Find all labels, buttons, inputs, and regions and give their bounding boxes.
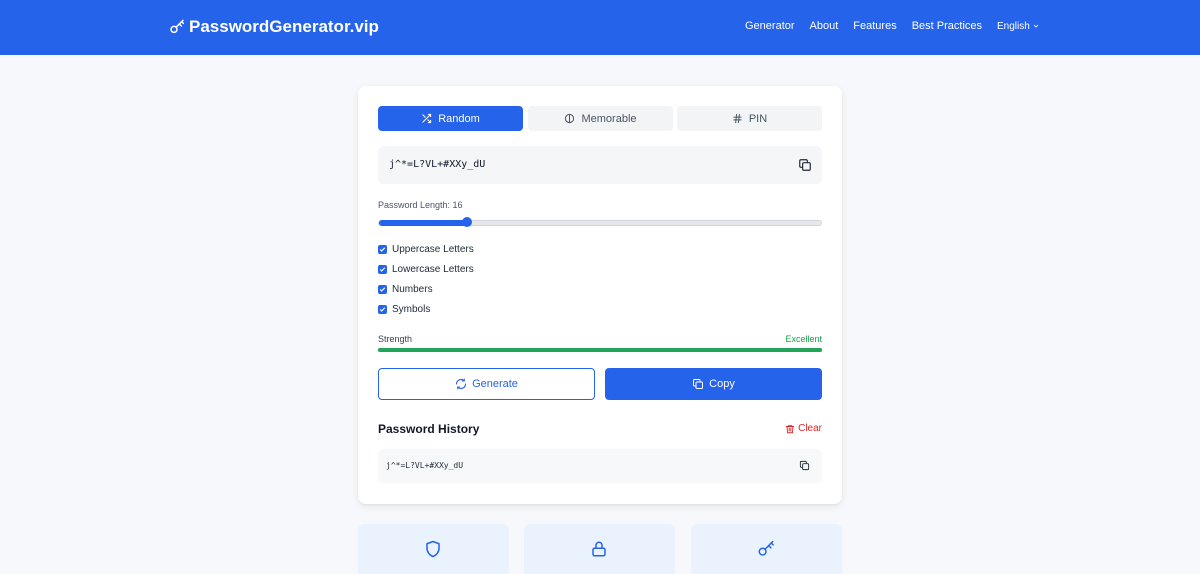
password-text[interactable]: j^*=L?VL+#XXy_dU bbox=[389, 159, 485, 170]
generate-button[interactable]: Generate bbox=[378, 368, 595, 400]
copy-icon[interactable] bbox=[799, 460, 810, 471]
clear-history-button[interactable]: Clear bbox=[785, 423, 822, 434]
password-display[interactable]: j^*=L?VL+#XXy_dU bbox=[378, 146, 822, 184]
shuffle-icon bbox=[422, 113, 432, 124]
option-numbers[interactable]: Numbers bbox=[378, 284, 433, 295]
password-length-label: Password Length: 16 bbox=[378, 200, 463, 210]
generator-card: Random Memorable PIN j^*=L?VL+#XXy_dU Pa… bbox=[358, 86, 842, 504]
hash-icon bbox=[733, 113, 742, 124]
key-icon bbox=[758, 540, 774, 556]
option-uppercase[interactable]: Uppercase Letters bbox=[378, 244, 474, 255]
lock-icon bbox=[592, 541, 606, 557]
option-uppercase-label: Uppercase Letters bbox=[392, 244, 474, 255]
brand-logo[interactable]: PasswordGenerator.vip bbox=[169, 17, 379, 37]
copy-icon[interactable] bbox=[798, 158, 812, 172]
language-label: English bbox=[997, 20, 1030, 32]
copy-button-label: Copy bbox=[709, 378, 735, 390]
strength-value: Excellent bbox=[785, 334, 822, 344]
language-selector[interactable]: English bbox=[997, 21, 1040, 32]
key-icon bbox=[169, 19, 185, 35]
tab-pin-label: PIN bbox=[748, 112, 768, 125]
checkbox-uppercase[interactable] bbox=[378, 245, 387, 254]
tab-memorable-label: Memorable bbox=[581, 112, 637, 125]
refresh-icon bbox=[456, 378, 467, 390]
strength-label: Strength bbox=[378, 334, 413, 344]
shield-icon bbox=[426, 540, 440, 558]
option-symbols[interactable]: Symbols bbox=[378, 304, 430, 315]
nav-generator[interactable]: Generator bbox=[745, 20, 795, 32]
feature-card-modes bbox=[691, 524, 842, 574]
nav-best-practices[interactable]: Best Practices bbox=[912, 20, 982, 32]
option-symbols-label: Symbols bbox=[392, 304, 431, 315]
chevron-down-icon bbox=[1033, 24, 1039, 28]
trash-icon bbox=[785, 424, 795, 433]
history-item-text: j^*=L?VL+#XXy_dU bbox=[386, 461, 464, 470]
brain-icon bbox=[565, 113, 575, 124]
clear-history-label: Clear bbox=[798, 423, 822, 434]
option-numbers-label: Numbers bbox=[392, 284, 433, 295]
checkbox-symbols[interactable] bbox=[378, 305, 387, 314]
main-nav: Generator About Features Best Practices … bbox=[745, 20, 1040, 32]
checkbox-lowercase[interactable] bbox=[378, 265, 387, 274]
nav-features[interactable]: Features bbox=[853, 20, 896, 32]
generate-button-label: Generate bbox=[472, 378, 518, 390]
strength-meter bbox=[378, 348, 822, 352]
option-lowercase-label: Lowercase Letters bbox=[392, 264, 474, 275]
checkbox-numbers[interactable] bbox=[378, 285, 387, 294]
tab-random-label: Random bbox=[438, 112, 480, 125]
slider-thumb[interactable] bbox=[462, 217, 473, 227]
brand-name: PasswordGenerator.vip bbox=[189, 17, 379, 36]
tab-random[interactable]: Random bbox=[378, 106, 523, 131]
tab-pin[interactable]: PIN bbox=[677, 106, 822, 131]
feature-card-secure bbox=[358, 524, 509, 574]
top-navbar: PasswordGenerator.vip Generator About Fe… bbox=[0, 0, 1200, 55]
nav-about[interactable]: About bbox=[810, 20, 839, 32]
slider-fill bbox=[379, 220, 468, 226]
tab-memorable[interactable]: Memorable bbox=[528, 106, 673, 131]
password-history-title: Password History bbox=[378, 422, 480, 436]
feature-card-private bbox=[524, 524, 675, 574]
copy-icon bbox=[693, 379, 704, 389]
strength-meter-fill bbox=[378, 348, 822, 352]
copy-button[interactable]: Copy bbox=[605, 368, 822, 400]
option-lowercase[interactable]: Lowercase Letters bbox=[378, 264, 474, 275]
password-length-slider[interactable] bbox=[378, 217, 822, 227]
history-item[interactable]: j^*=L?VL+#XXy_dU bbox=[378, 449, 822, 483]
